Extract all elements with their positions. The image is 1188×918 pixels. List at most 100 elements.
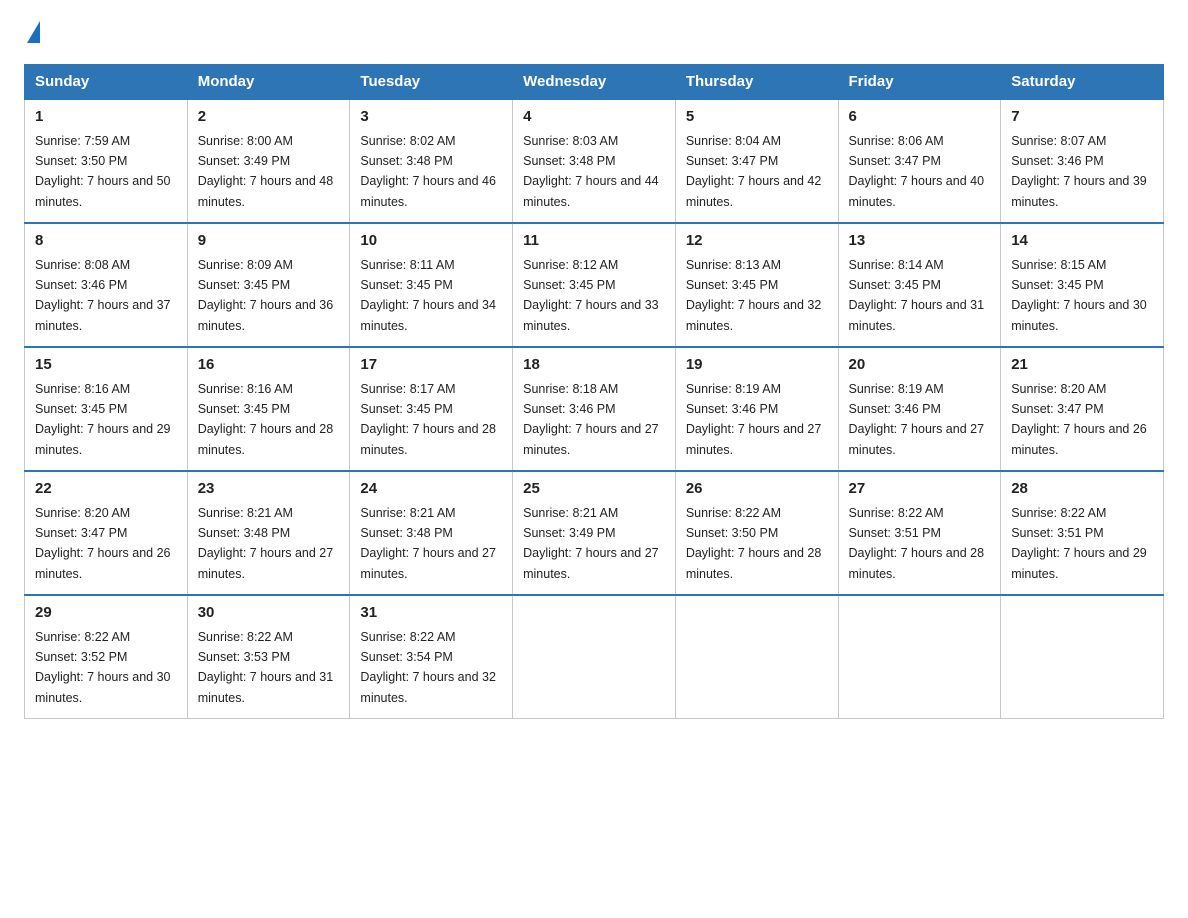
calendar-cell: 11Sunrise: 8:12 AMSunset: 3:45 PMDayligh… (513, 223, 676, 347)
calendar-cell: 30 Sunrise: 8:22 AMSunset: 3:53 PMDayligh… (187, 595, 350, 719)
col-header-thursday: Thursday (675, 65, 838, 100)
day-number: 4 (523, 106, 665, 129)
calendar-cell: 2 Sunrise: 8:00 AMSunset: 3:49 PMDaylight… (187, 99, 350, 223)
day-number: 28 (1011, 478, 1153, 501)
day-info: Sunrise: 8:20 AMSunset: 3:47 PMDaylight:… (35, 506, 171, 581)
col-header-saturday: Saturday (1001, 65, 1164, 100)
day-info: Sunrise: 8:22 AMSunset: 3:51 PMDaylight:… (849, 506, 985, 581)
calendar-cell: 31Sunrise: 8:22 AMSunset: 3:54 PMDayligh… (350, 595, 513, 719)
day-info: Sunrise: 8:21 AMSunset: 3:48 PMDaylight:… (360, 506, 496, 581)
col-header-sunday: Sunday (25, 65, 188, 100)
day-number: 27 (849, 478, 991, 501)
logo (24, 24, 40, 46)
day-info: Sunrise: 8:17 AMSunset: 3:45 PMDaylight:… (360, 382, 496, 457)
day-number: 26 (686, 478, 828, 501)
day-info: Sunrise: 8:18 AMSunset: 3:46 PMDaylight:… (523, 382, 659, 457)
day-number: 22 (35, 478, 177, 501)
day-info: Sunrise: 8:04 AMSunset: 3:47 PMDaylight:… (686, 134, 822, 209)
day-number: 30 (198, 602, 340, 625)
calendar-cell: 22 Sunrise: 8:20 AMSunset: 3:47 PMDayligh… (25, 471, 188, 595)
day-info: Sunrise: 8:02 AMSunset: 3:48 PMDaylight:… (360, 134, 496, 209)
calendar-table: SundayMondayTuesdayWednesdayThursdayFrid… (24, 64, 1164, 719)
calendar-header-row: SundayMondayTuesdayWednesdayThursdayFrid… (25, 65, 1164, 100)
day-info: Sunrise: 8:22 AMSunset: 3:51 PMDaylight:… (1011, 506, 1147, 581)
day-info: Sunrise: 8:21 AMSunset: 3:49 PMDaylight:… (523, 506, 659, 581)
day-info: Sunrise: 8:12 AMSunset: 3:45 PMDaylight:… (523, 258, 659, 333)
calendar-cell: 15 Sunrise: 8:16 AMSunset: 3:45 PMDayligh… (25, 347, 188, 471)
logo-triangle-icon (27, 21, 40, 43)
day-number: 24 (360, 478, 502, 501)
day-info: Sunrise: 8:22 AMSunset: 3:53 PMDaylight:… (198, 630, 334, 705)
day-number: 19 (686, 354, 828, 377)
calendar-cell: 29 Sunrise: 8:22 AMSunset: 3:52 PMDayligh… (25, 595, 188, 719)
day-info: Sunrise: 8:15 AMSunset: 3:45 PMDaylight:… (1011, 258, 1147, 333)
day-info: Sunrise: 8:19 AMSunset: 3:46 PMDaylight:… (849, 382, 985, 457)
day-number: 12 (686, 230, 828, 253)
day-number: 23 (198, 478, 340, 501)
day-info: Sunrise: 8:21 AMSunset: 3:48 PMDaylight:… (198, 506, 334, 581)
calendar-cell: 18 Sunrise: 8:18 AMSunset: 3:46 PMDayligh… (513, 347, 676, 471)
day-info: Sunrise: 8:20 AMSunset: 3:47 PMDaylight:… (1011, 382, 1147, 457)
calendar-cell: 23 Sunrise: 8:21 AMSunset: 3:48 PMDayligh… (187, 471, 350, 595)
day-info: Sunrise: 8:09 AMSunset: 3:45 PMDaylight:… (198, 258, 334, 333)
day-number: 21 (1011, 354, 1153, 377)
day-number: 25 (523, 478, 665, 501)
calendar-cell: 8 Sunrise: 8:08 AMSunset: 3:46 PMDaylight… (25, 223, 188, 347)
calendar-cell: 7 Sunrise: 8:07 AMSunset: 3:46 PMDaylight… (1001, 99, 1164, 223)
col-header-monday: Monday (187, 65, 350, 100)
day-info: Sunrise: 8:16 AMSunset: 3:45 PMDaylight:… (35, 382, 171, 457)
calendar-cell (513, 595, 676, 719)
day-info: Sunrise: 8:03 AMSunset: 3:48 PMDaylight:… (523, 134, 659, 209)
day-number: 31 (360, 602, 502, 625)
day-number: 20 (849, 354, 991, 377)
week-row-3: 15 Sunrise: 8:16 AMSunset: 3:45 PMDayligh… (25, 347, 1164, 471)
day-number: 13 (849, 230, 991, 253)
calendar-cell: 28 Sunrise: 8:22 AMSunset: 3:51 PMDayligh… (1001, 471, 1164, 595)
day-info: Sunrise: 8:16 AMSunset: 3:45 PMDaylight:… (198, 382, 334, 457)
col-header-wednesday: Wednesday (513, 65, 676, 100)
calendar-cell: 16Sunrise: 8:16 AMSunset: 3:45 PMDayligh… (187, 347, 350, 471)
day-number: 9 (198, 230, 340, 253)
calendar-cell: 1 Sunrise: 7:59 AMSunset: 3:50 PMDaylight… (25, 99, 188, 223)
day-info: Sunrise: 8:22 AMSunset: 3:50 PMDaylight:… (686, 506, 822, 581)
day-number: 17 (360, 354, 502, 377)
day-number: 15 (35, 354, 177, 377)
day-number: 3 (360, 106, 502, 129)
calendar-cell: 21 Sunrise: 8:20 AMSunset: 3:47 PMDayligh… (1001, 347, 1164, 471)
calendar-cell (675, 595, 838, 719)
day-info: Sunrise: 8:22 AMSunset: 3:52 PMDaylight:… (35, 630, 171, 705)
day-number: 7 (1011, 106, 1153, 129)
calendar-cell: 4 Sunrise: 8:03 AMSunset: 3:48 PMDaylight… (513, 99, 676, 223)
calendar-cell: 17 Sunrise: 8:17 AMSunset: 3:45 PMDayligh… (350, 347, 513, 471)
day-number: 5 (686, 106, 828, 129)
calendar-cell: 20 Sunrise: 8:19 AMSunset: 3:46 PMDayligh… (838, 347, 1001, 471)
calendar-cell: 6Sunrise: 8:06 AMSunset: 3:47 PMDaylight… (838, 99, 1001, 223)
week-row-4: 22 Sunrise: 8:20 AMSunset: 3:47 PMDayligh… (25, 471, 1164, 595)
calendar-cell: 10 Sunrise: 8:11 AMSunset: 3:45 PMDayligh… (350, 223, 513, 347)
calendar-cell (1001, 595, 1164, 719)
day-info: Sunrise: 8:07 AMSunset: 3:46 PMDaylight:… (1011, 134, 1147, 209)
day-info: Sunrise: 8:08 AMSunset: 3:46 PMDaylight:… (35, 258, 171, 333)
week-row-1: 1 Sunrise: 7:59 AMSunset: 3:50 PMDaylight… (25, 99, 1164, 223)
day-number: 2 (198, 106, 340, 129)
day-info: Sunrise: 8:11 AMSunset: 3:45 PMDaylight:… (360, 258, 496, 333)
day-info: Sunrise: 8:19 AMSunset: 3:46 PMDaylight:… (686, 382, 822, 457)
calendar-cell: 24 Sunrise: 8:21 AMSunset: 3:48 PMDayligh… (350, 471, 513, 595)
day-info: Sunrise: 8:14 AMSunset: 3:45 PMDaylight:… (849, 258, 985, 333)
day-number: 18 (523, 354, 665, 377)
week-row-5: 29 Sunrise: 8:22 AMSunset: 3:52 PMDayligh… (25, 595, 1164, 719)
day-number: 6 (849, 106, 991, 129)
day-info: Sunrise: 8:00 AMSunset: 3:49 PMDaylight:… (198, 134, 334, 209)
calendar-cell: 26 Sunrise: 8:22 AMSunset: 3:50 PMDayligh… (675, 471, 838, 595)
day-number: 8 (35, 230, 177, 253)
calendar-cell: 9 Sunrise: 8:09 AMSunset: 3:45 PMDaylight… (187, 223, 350, 347)
day-number: 29 (35, 602, 177, 625)
calendar-cell: 25 Sunrise: 8:21 AMSunset: 3:49 PMDayligh… (513, 471, 676, 595)
calendar-cell: 27 Sunrise: 8:22 AMSunset: 3:51 PMDayligh… (838, 471, 1001, 595)
day-number: 10 (360, 230, 502, 253)
day-number: 1 (35, 106, 177, 129)
calendar-cell: 3 Sunrise: 8:02 AMSunset: 3:48 PMDaylight… (350, 99, 513, 223)
col-header-friday: Friday (838, 65, 1001, 100)
day-info: Sunrise: 7:59 AMSunset: 3:50 PMDaylight:… (35, 134, 171, 209)
week-row-2: 8 Sunrise: 8:08 AMSunset: 3:46 PMDaylight… (25, 223, 1164, 347)
